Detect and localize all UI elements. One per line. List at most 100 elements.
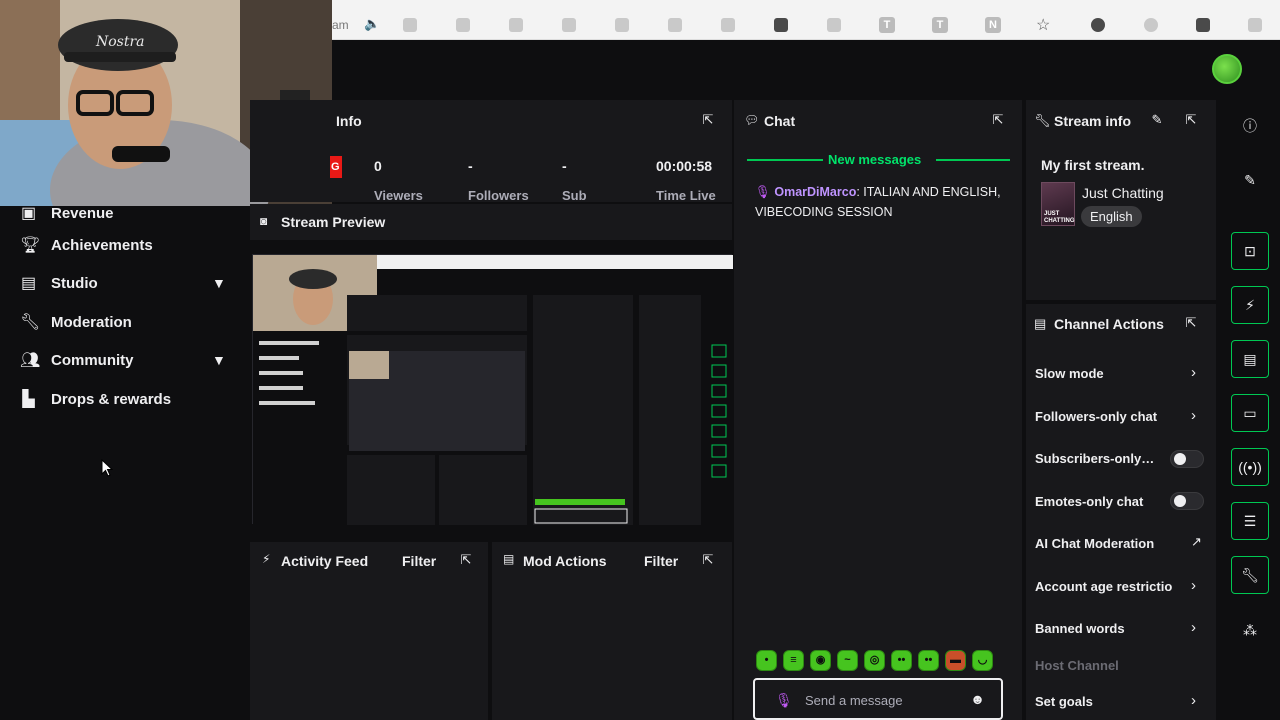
mod-filter-button[interactable]: Filter	[644, 553, 678, 569]
chat-message: 🎙︎ OmarDiMarco: ITALIAN AND ENGLISH, VIB…	[755, 185, 1001, 219]
category-thumbnail: JUST CHATTING	[1041, 182, 1075, 226]
activity-filter-button[interactable]: Filter	[402, 553, 436, 569]
emote-icon[interactable]: ▬	[945, 650, 966, 671]
chat-username[interactable]: OmarDiMarco	[774, 185, 856, 199]
chevron-right-icon[interactable]: ›	[1191, 619, 1196, 636]
emote-icon[interactable]: ◡	[972, 650, 993, 671]
bookmark-gmail-icon[interactable]	[403, 18, 417, 32]
channel-actions-title: Channel Actions	[1054, 316, 1164, 332]
emotes-only-toggle[interactable]	[1170, 492, 1204, 510]
bookmark-search-icon[interactable]	[827, 18, 841, 32]
subscribers-only-toggle[interactable]	[1170, 450, 1204, 468]
category-thumb-text: JUST CHATTING	[1044, 211, 1075, 224]
chat-input-placeholder: Send a message	[805, 693, 903, 708]
chevron-right-icon[interactable]: ›	[1191, 364, 1196, 381]
extension-icon[interactable]	[1091, 18, 1105, 32]
bookmark-youtube-icon[interactable]	[509, 18, 523, 32]
popout-icon[interactable]: ⇱	[701, 113, 715, 127]
live-badge: G	[330, 156, 342, 178]
wrench-icon: 🔧︎	[1034, 113, 1051, 128]
emote-icon[interactable]: ◎	[864, 650, 885, 671]
emote-icon[interactable]: ••	[891, 650, 912, 671]
bookmark-notion-icon[interactable]	[774, 18, 788, 32]
chevron-right-icon[interactable]: ›	[1191, 407, 1196, 424]
sidebar-item-studio[interactable]: ▤ Studio ▼	[0, 265, 248, 301]
drops-icon: ▙	[22, 390, 35, 408]
sidebar-item-label: Studio	[51, 274, 98, 292]
emoji-icon[interactable]: ☻	[970, 691, 985, 707]
new-messages-divider	[747, 159, 823, 161]
followers-only-row[interactable]: Followers-only chat	[1035, 409, 1157, 424]
banned-words-row[interactable]: Banned words	[1035, 621, 1125, 636]
bookmark-plus-icon[interactable]	[668, 18, 682, 32]
studio-icon: ▤	[20, 274, 37, 292]
bookmark-youtube-icon[interactable]	[721, 18, 735, 32]
wrench-icon[interactable]: 🔧︎	[1231, 556, 1269, 594]
chevron-down-icon[interactable]: ▼	[212, 275, 226, 291]
stream-preview-video[interactable]	[252, 254, 733, 525]
layout-icon[interactable]: ☰	[1231, 502, 1269, 540]
notes-icon[interactable]: ▤	[1231, 340, 1269, 378]
popout-icon[interactable]: ⇱	[1184, 113, 1198, 127]
microphone-icon[interactable]: 🎙︎	[775, 692, 793, 709]
star-icon[interactable]: ☆	[1036, 15, 1050, 35]
pencil-icon[interactable]: ✎	[1150, 113, 1164, 127]
emote-icon[interactable]: ••	[918, 650, 939, 671]
emote-icon[interactable]: ≡	[783, 650, 804, 671]
chevron-right-icon[interactable]: ›	[1191, 692, 1196, 709]
wrench-icon: 🔧︎	[20, 313, 41, 331]
channel-actions-icon: ▤	[1034, 316, 1047, 331]
sidebar-item-revenue[interactable]: ▣ Revenue	[0, 195, 248, 231]
popout-icon[interactable]: ⇱	[991, 113, 1005, 127]
popout-icon[interactable]: ⇱	[701, 553, 715, 567]
subscribers-only-row: Subscribers-only…	[1035, 451, 1155, 466]
extension-icon[interactable]	[1144, 18, 1158, 32]
mic-badge-icon: 🎙︎	[755, 185, 771, 199]
slow-mode-row[interactable]: Slow mode	[1035, 366, 1104, 381]
bookmark-gmail-icon[interactable]	[456, 18, 470, 32]
bookmark-n-icon[interactable]: N	[985, 17, 1001, 33]
preview-mirror-image	[253, 255, 733, 525]
dashboard-topbar	[330, 40, 1280, 100]
category-name[interactable]: Just Chatting	[1082, 185, 1164, 201]
external-link-icon[interactable]: ↗	[1191, 534, 1202, 550]
chat-input[interactable]: 🎙︎ Send a message ☻	[753, 678, 1003, 720]
chat-bubble-icon[interactable]: ▭	[1231, 394, 1269, 432]
broadcast-icon[interactable]: ((•))	[1231, 448, 1269, 486]
popout-icon[interactable]: ⇱	[459, 553, 473, 567]
bookmark-globe-icon[interactable]	[562, 18, 576, 32]
emote-icon[interactable]: •	[756, 650, 777, 671]
pencil-icon[interactable]: ✎	[1240, 170, 1260, 190]
viewers-label: Viewers	[374, 188, 423, 203]
share-icon[interactable]: ⁂	[1240, 620, 1260, 640]
emote-icon[interactable]: ~	[837, 650, 858, 671]
lightning-icon: ⚡︎	[262, 552, 271, 566]
extension-icon[interactable]	[1196, 18, 1210, 32]
sidebar-item-community[interactable]: 👥︎ Community ▼	[0, 342, 248, 378]
user-avatar[interactable]	[1212, 54, 1242, 84]
popout-icon[interactable]: ⇱	[1184, 316, 1198, 330]
speaker-icon[interactable]: 🔈	[364, 16, 380, 32]
chevron-down-icon[interactable]: ▼	[212, 352, 226, 368]
sidebar: ▣ Revenue 🏆︎ Achievements ▤ Studio ▼ 🔧︎ …	[0, 205, 248, 720]
bookmark-plus-icon[interactable]	[615, 18, 629, 32]
subs-value: -	[562, 158, 567, 174]
account-age-row[interactable]: Account age restrictio	[1035, 579, 1172, 594]
info-icon[interactable]: ⓘ	[1240, 116, 1260, 136]
document-icon: ▤	[503, 552, 515, 566]
sidebar-item-moderation[interactable]: 🔧︎ Moderation	[0, 304, 248, 340]
sidebar-item-label: Revenue	[51, 204, 114, 222]
sidebar-item-achievements[interactable]: 🏆︎ Achievements	[0, 227, 248, 263]
sidebar-item-label: Achievements	[51, 236, 153, 254]
language-tag: English	[1081, 206, 1142, 227]
bookmark-t-icon[interactable]: T	[879, 17, 895, 33]
sidebar-item-drops-rewards[interactable]: ▙ Drops & rewards	[0, 381, 248, 417]
bookmark-t-icon[interactable]: T	[932, 17, 948, 33]
emote-icon[interactable]: ◉	[810, 650, 831, 671]
set-goals-row[interactable]: Set goals	[1035, 694, 1093, 709]
lightning-icon[interactable]: ⚡︎	[1231, 286, 1269, 324]
chevron-right-icon[interactable]: ›	[1191, 577, 1196, 594]
clip-icon[interactable]: ⊡	[1231, 232, 1269, 270]
ai-chat-moderation-row[interactable]: AI Chat Moderation	[1035, 536, 1154, 551]
extension-icon[interactable]	[1248, 18, 1262, 32]
